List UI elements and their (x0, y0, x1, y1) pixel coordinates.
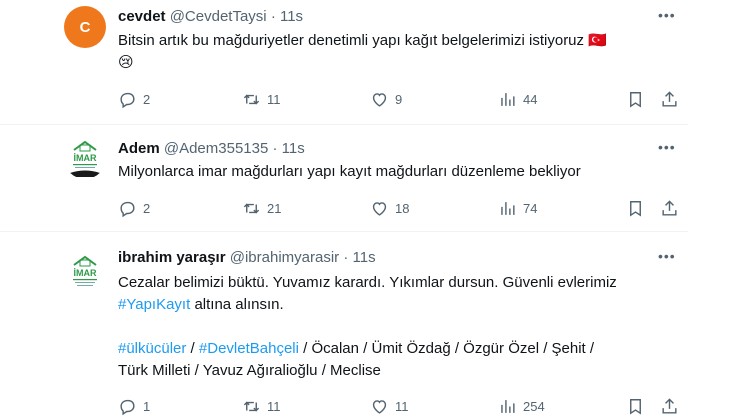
heart-icon (372, 400, 387, 414)
views-button[interactable]: 74 (498, 199, 537, 218)
tweet-time[interactable]: 11s (353, 249, 376, 266)
retweet-button[interactable]: 11 (242, 397, 281, 416)
tweet-1[interactable]: C cevdet @CevdetTaysi · 11s ••• Bitsin a… (0, 0, 688, 124)
separator-dot: · (272, 140, 278, 157)
share-button[interactable] (660, 397, 679, 416)
tweet-text-fragment: altına alınsın. (190, 296, 284, 313)
bookmark-button[interactable] (626, 90, 645, 109)
share-button[interactable] (660, 90, 679, 109)
avatar[interactable]: C (64, 6, 106, 48)
bookmark-icon (630, 201, 641, 217)
avatar-text: İMAR (74, 153, 97, 163)
retweet-icon (243, 94, 260, 105)
retweet-count: 11 (267, 399, 281, 414)
views-button[interactable]: 254 (498, 397, 545, 416)
views-count: 74 (523, 201, 538, 216)
imar-logo-icon: İMAR (70, 140, 100, 177)
share-icon (662, 398, 677, 414)
avatar[interactable]: İMAR (64, 137, 106, 179)
reply-icon (120, 92, 135, 109)
tweet-actions: 1 11 11 254 (118, 397, 688, 417)
share-button[interactable] (660, 199, 679, 218)
retweet-button[interactable]: 11 (242, 90, 281, 109)
retweet-icon (243, 401, 260, 412)
reply-count: 2 (143, 201, 151, 216)
tweet-text-line: #ülkücüler / #DevletBahçeli / Öcalan / Ü… (118, 340, 595, 357)
retweet-count: 11 (267, 92, 281, 107)
imar-logo-icon: İMAR (73, 255, 97, 286)
share-icon (662, 91, 677, 107)
author-handle[interactable]: @Adem355135 (164, 140, 268, 157)
reply-count: 2 (143, 92, 151, 107)
tweet-2[interactable]: İMAR Adem @Adem355135 · 11s ••• Milyonla… (0, 125, 688, 229)
author-name[interactable]: cevdet (118, 8, 166, 25)
like-count: 9 (395, 92, 403, 107)
tweet-text-fragment: / Öcalan / Ümit Özdağ / Özgür Özel / Şeh… (298, 340, 595, 357)
author-name[interactable]: Adem (118, 140, 160, 157)
separator-dot: · (270, 8, 276, 25)
bookmark-icon (630, 399, 641, 415)
author-handle[interactable]: @ibrahimyarasir (230, 249, 339, 266)
tweet-text-line: Türk Milleti / Yavuz Ağıralioğlu / Mecli… (118, 362, 381, 379)
reply-button[interactable]: 2 (118, 199, 150, 218)
like-button[interactable]: 9 (370, 90, 402, 109)
views-icon (501, 400, 515, 413)
bookmark-icon (630, 92, 641, 108)
bookmark-button[interactable] (626, 199, 645, 218)
views-count: 254 (523, 399, 545, 414)
hashtag-link[interactable]: #ülkücüler (118, 340, 186, 357)
tweet-text-line: Cezalar belimizi büktü. Yuvamız karardı.… (118, 274, 617, 291)
views-icon (501, 202, 515, 215)
like-button[interactable]: 11 (370, 397, 409, 416)
retweet-count: 21 (267, 201, 282, 216)
avatar-letter: C (79, 18, 91, 36)
more-icon[interactable]: ••• (658, 140, 676, 154)
views-icon (501, 93, 515, 106)
avatar-text: İMAR (74, 268, 97, 278)
bookmark-button[interactable] (626, 397, 645, 416)
tweet-text-line: 😢 (118, 54, 134, 71)
hashtag-link[interactable]: #YapıKayıt (118, 296, 190, 313)
more-icon[interactable]: ••• (658, 8, 676, 22)
avatar[interactable]: İMAR (64, 252, 106, 294)
reply-button[interactable]: 2 (118, 90, 150, 109)
more-icon[interactable]: ••• (658, 249, 676, 263)
separator-dot: · (343, 249, 349, 266)
tweet-text-line: Milyonlarca imar mağdurları yapı kayıt m… (118, 163, 581, 180)
like-count: 18 (395, 201, 410, 216)
hashtag-link[interactable]: #DevletBahçeli (199, 340, 299, 357)
tweet-time[interactable]: 11s (282, 140, 305, 157)
reply-button[interactable]: 1 (118, 397, 150, 416)
retweet-icon (243, 203, 260, 214)
heart-icon (372, 93, 387, 107)
like-count: 11 (395, 399, 409, 414)
author-handle[interactable]: @CevdetTaysi (170, 8, 267, 25)
tweet-text-line: #YapıKayıt altına alınsın. (118, 294, 678, 316)
views-count: 44 (523, 92, 538, 107)
tweet-actions: 2 11 9 44 (118, 90, 688, 110)
tweet-time[interactable]: 11s (280, 8, 303, 25)
reply-count: 1 (143, 399, 151, 414)
views-button[interactable]: 44 (498, 90, 537, 109)
share-icon (662, 200, 677, 216)
author-name[interactable]: ibrahim yaraşır (118, 249, 226, 266)
reply-icon (120, 201, 135, 218)
tweet-text-line: Bitsin artık bu mağduriyetler denetimli … (118, 32, 607, 49)
tweet-3[interactable]: İMAR ibrahim yaraşır @ibrahimyarasir · 1… (0, 232, 688, 420)
tweet-actions: 2 21 18 74 (118, 199, 688, 219)
reply-icon (120, 399, 135, 416)
retweet-button[interactable]: 21 (242, 199, 281, 218)
heart-icon (372, 202, 387, 216)
like-button[interactable]: 18 (370, 199, 409, 218)
